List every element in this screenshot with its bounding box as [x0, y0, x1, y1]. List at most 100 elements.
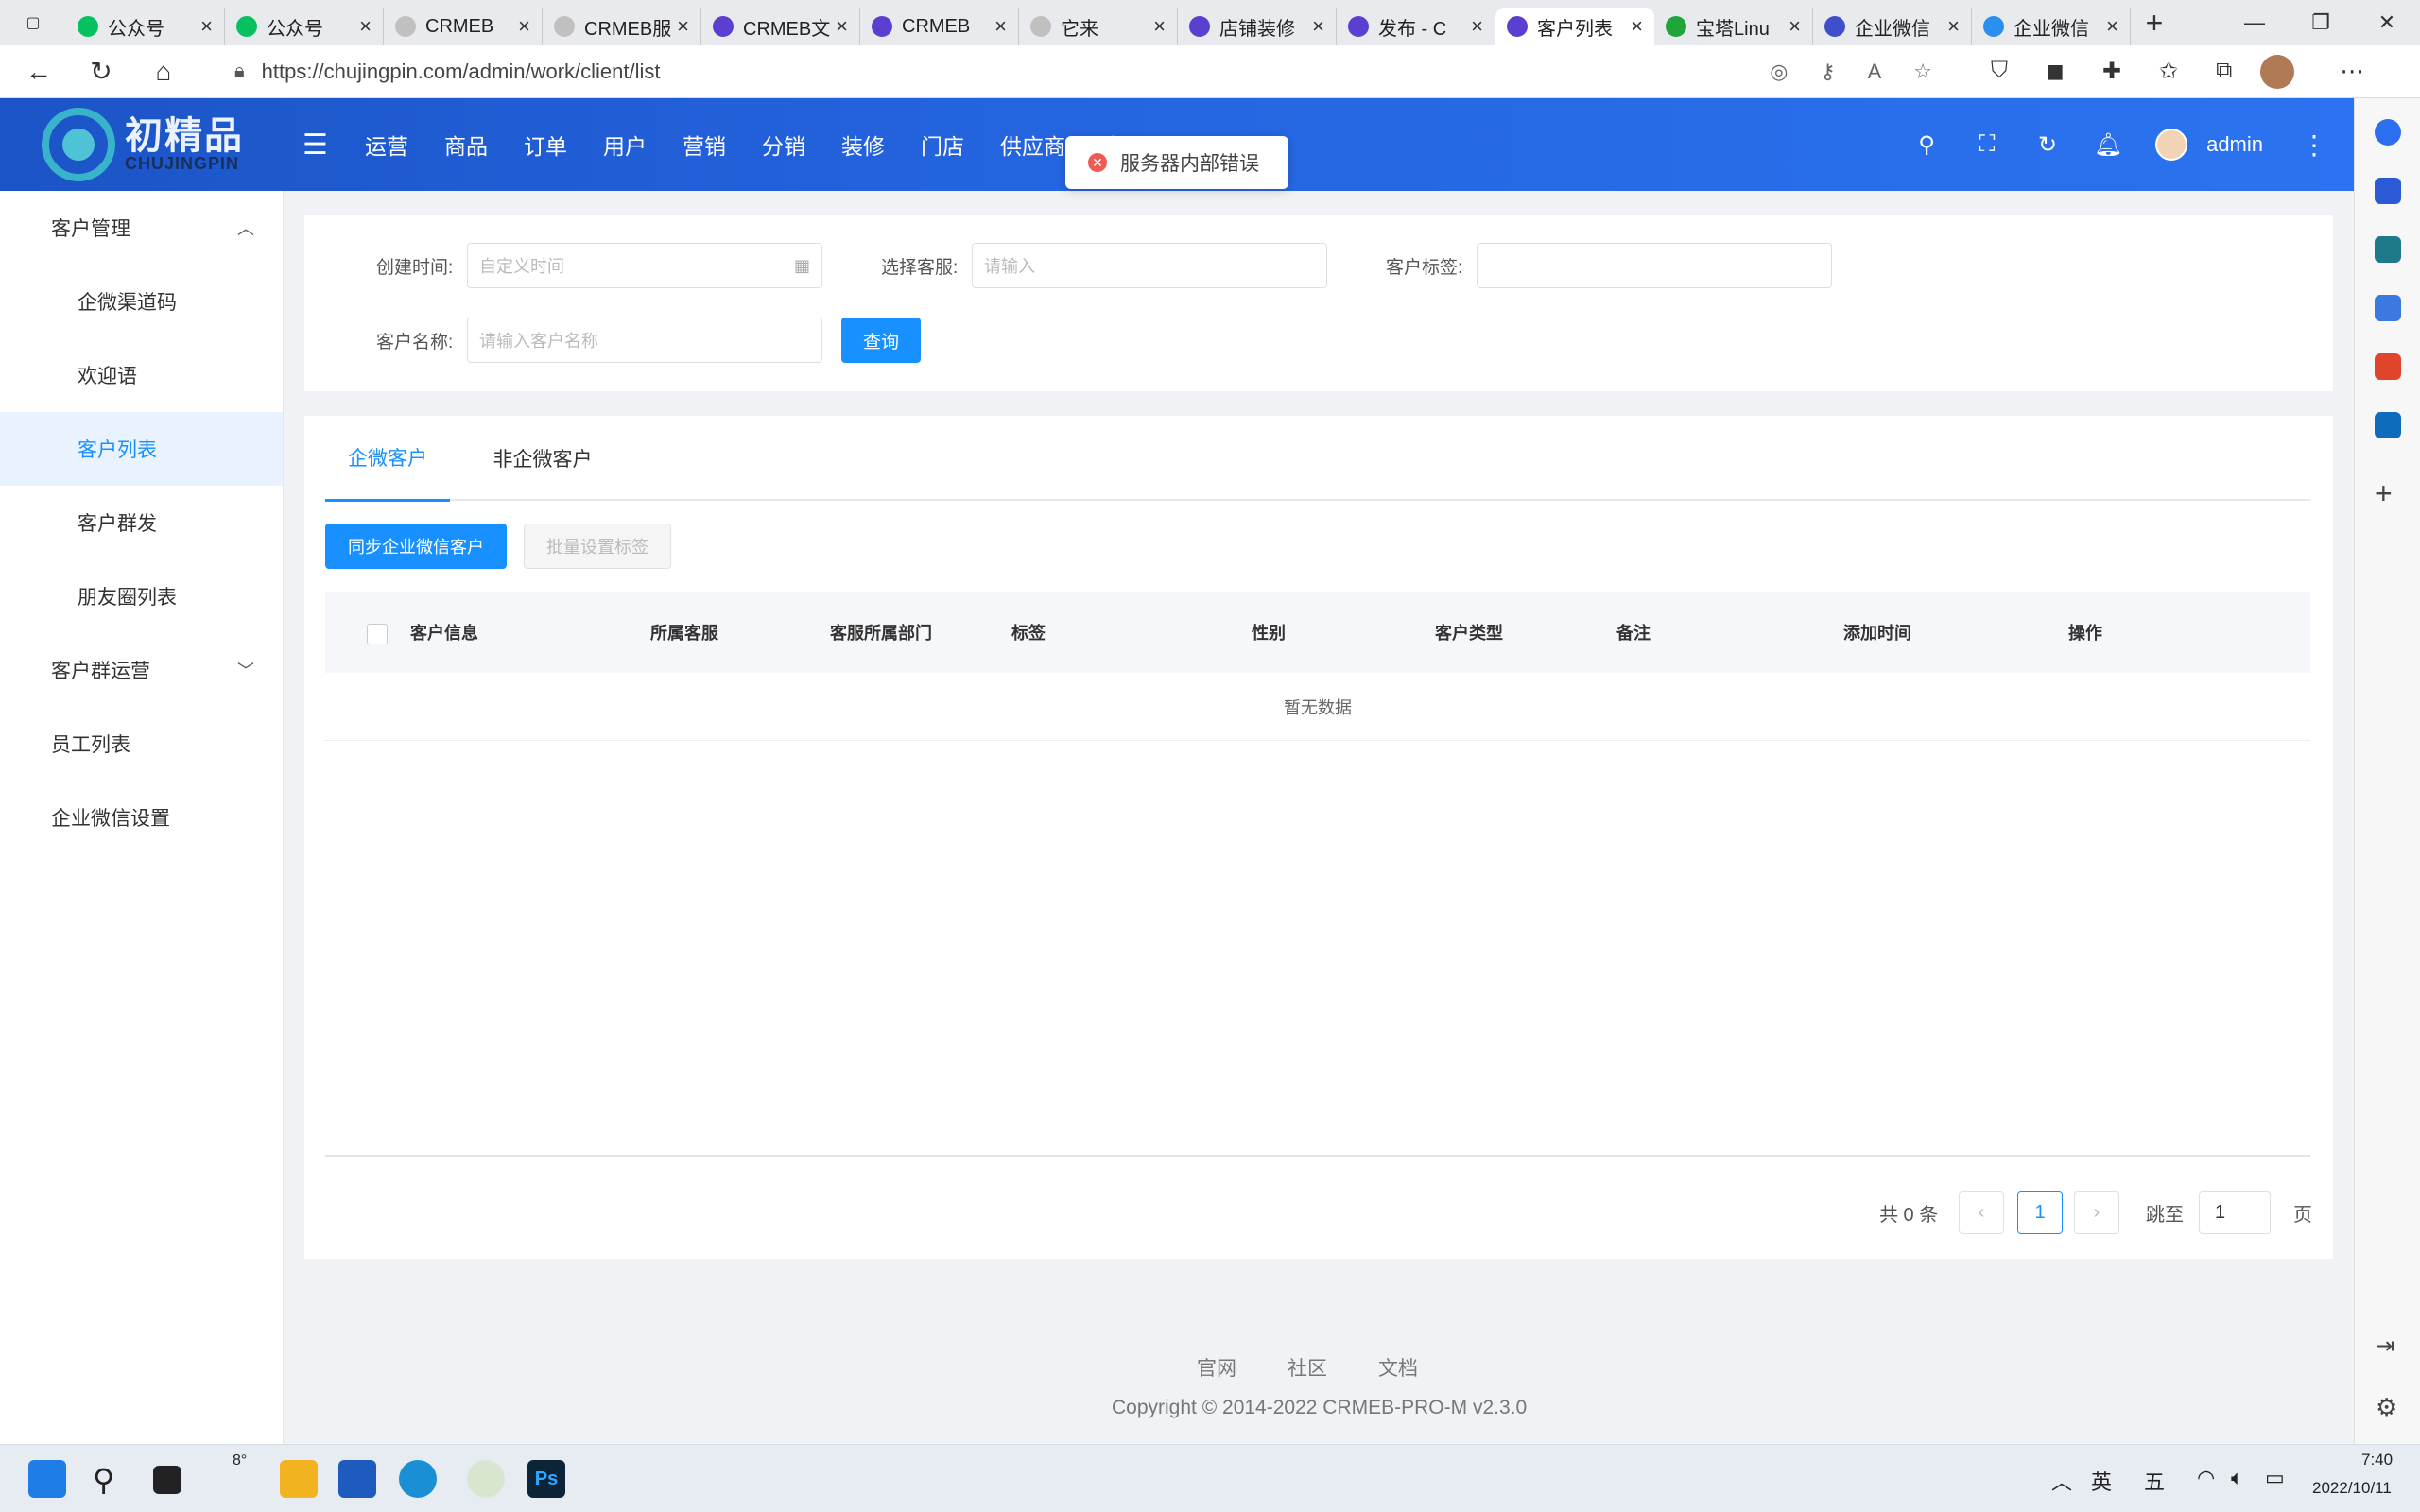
minimize-icon[interactable]: — — [2221, 10, 2288, 35]
windows-start-icon[interactable] — [28, 1460, 66, 1498]
browser-more-icon[interactable]: ⋯ — [2340, 57, 2364, 86]
customer-name-input[interactable]: 请输入客户名称 — [467, 318, 822, 363]
task-view-icon[interactable] — [153, 1466, 182, 1494]
outlook-icon[interactable] — [2375, 412, 2401, 438]
sidebar-settings-icon[interactable]: ⚙ — [2376, 1393, 2397, 1422]
more-vertical-icon[interactable]: ⋮ — [2301, 129, 2339, 161]
tab-close-icon[interactable]: × — [836, 14, 848, 39]
ime-wubi[interactable]: 五 — [2144, 1466, 2165, 1496]
tab-close-icon[interactable]: × — [518, 14, 530, 39]
extension-icon[interactable]: ◼ — [2046, 58, 2065, 85]
batch-tag-button[interactable]: 批量设置标签 — [524, 524, 671, 569]
search-icon[interactable]: ⚲ — [93, 1462, 114, 1498]
tab-close-icon[interactable]: × — [994, 14, 1007, 39]
favorite-star-icon[interactable]: ☆ — [1913, 60, 1932, 84]
clock-date[interactable]: 2022/10/11 — [2312, 1479, 2392, 1498]
search-icon[interactable] — [2375, 119, 2401, 146]
browser-tab[interactable]: 它来 × — [1019, 8, 1178, 45]
top-nav-item[interactable]: 装修 — [841, 129, 885, 161]
refresh-icon[interactable]: ↻ — [70, 56, 132, 87]
tag-select[interactable] — [1477, 243, 1832, 288]
browser-tab[interactable]: 发布 - C × — [1337, 8, 1495, 45]
select-all-checkbox[interactable] — [367, 624, 388, 644]
tab-close-icon[interactable]: × — [359, 14, 372, 39]
wechat-devtools-icon[interactable] — [467, 1460, 505, 1498]
query-button[interactable]: 查询 — [841, 318, 921, 363]
games-icon[interactable] — [2375, 295, 2401, 321]
tab-wecom-customers[interactable]: 企微客户 — [325, 416, 450, 502]
clock-time[interactable]: 7:40 — [2361, 1451, 2393, 1469]
tab-close-icon[interactable]: × — [1631, 14, 1643, 39]
footer-link-official[interactable]: 官网 — [1197, 1353, 1236, 1382]
tab-close-icon[interactable]: × — [1312, 14, 1324, 39]
hide-sidebar-icon[interactable]: ⇥ — [2376, 1332, 2394, 1360]
next-page-icon[interactable]: › — [2074, 1191, 2119, 1234]
tools-icon[interactable] — [2375, 236, 2401, 263]
tab-actions-icon[interactable]: ▢ — [0, 0, 66, 45]
top-nav-item[interactable]: 商品 — [444, 129, 488, 161]
refresh-icon[interactable]: ↻ — [2017, 131, 2078, 159]
top-nav-item[interactable]: 订单 — [524, 129, 567, 161]
battery-icon[interactable]: ▭ — [2265, 1466, 2285, 1490]
wifi-icon[interactable]: ◠ — [2197, 1466, 2215, 1490]
browser-tab[interactable]: 公众号 × — [66, 8, 225, 45]
jump-page-input[interactable]: 1 — [2199, 1191, 2271, 1234]
top-nav-item[interactable]: 营销 — [683, 129, 726, 161]
browser-tab[interactable]: CRMEB服 × — [543, 8, 701, 45]
bell-icon[interactable]: 🔔︎ — [2078, 131, 2138, 159]
page-number-current[interactable]: 1 — [2017, 1191, 2063, 1234]
key-icon[interactable]: ⚷ — [1820, 60, 1835, 84]
logo[interactable]: 初精品 CHUJINGPIN — [0, 98, 284, 191]
footer-link-community[interactable]: 社区 — [1288, 1353, 1327, 1382]
fullscreen-icon[interactable]: ⛶ — [1957, 131, 2017, 158]
add-sidebar-icon[interactable]: + — [2375, 476, 2393, 511]
browser-tab[interactable]: 宝塔Linu × — [1654, 8, 1813, 45]
shopping-tag-icon[interactable] — [2375, 178, 2401, 204]
top-nav-item[interactable]: 用户 — [603, 129, 647, 161]
browser-tab[interactable]: CRMEB × — [860, 8, 1019, 45]
footer-link-docs[interactable]: 文档 — [1378, 1353, 1418, 1382]
agent-select[interactable]: 请输入 — [972, 243, 1327, 288]
tab-close-icon[interactable]: × — [200, 14, 213, 39]
date-range-input[interactable]: 自定义时间 ▦ — [467, 243, 822, 288]
menu-item-wecom-settings[interactable]: 企业微信设置 — [0, 781, 283, 854]
office-icon[interactable] — [2375, 353, 2401, 380]
file-explorer-icon[interactable] — [280, 1460, 318, 1498]
ime-english[interactable]: 英 — [2091, 1466, 2112, 1496]
tab-close-icon[interactable]: × — [1153, 14, 1166, 39]
favorites-icon[interactable]: ✩ — [2159, 58, 2178, 85]
puzzle-icon[interactable]: ✚ — [2102, 58, 2121, 85]
volume-icon[interactable]: 🔈︎ — [2231, 1466, 2243, 1490]
tab-close-icon[interactable]: × — [2106, 14, 2118, 39]
browser-tab[interactable]: CRMEB × — [384, 8, 543, 45]
store-icon[interactable] — [338, 1460, 376, 1498]
browser-tab[interactable]: 公众号 × — [225, 8, 384, 45]
shield-icon[interactable]: ⛉ — [1991, 58, 2008, 85]
weather-temp[interactable]: 8° — [233, 1452, 247, 1469]
browser-tab[interactable]: 企业微信 × — [1813, 8, 1972, 45]
menu-item-welcome[interactable]: 欢迎语 — [0, 338, 283, 412]
menu-item-mass-send[interactable]: 客户群发 — [0, 486, 283, 559]
sync-customers-button[interactable]: 同步企业微信客户 — [325, 524, 507, 569]
location-icon[interactable]: ◎ — [1770, 60, 1788, 84]
top-nav-item[interactable]: 门店 — [921, 129, 964, 161]
menu-item-staff[interactable]: 员工列表 — [0, 707, 283, 781]
photoshop-icon[interactable]: Ps — [527, 1460, 565, 1498]
collections-icon[interactable]: ⧉ — [2216, 58, 2232, 85]
url-field[interactable]: 🔒︎ https://chujingpin.com/admin/work/cli… — [214, 52, 1953, 92]
maximize-icon[interactable]: ❐ — [2288, 10, 2354, 35]
top-nav-item[interactable]: 分销 — [762, 129, 805, 161]
tab-non-wecom-customers[interactable]: 非企微客户 — [486, 416, 599, 501]
read-aloud-icon[interactable]: A — [1868, 60, 1882, 84]
home-icon[interactable]: ⌂ — [132, 57, 195, 87]
tab-close-icon[interactable]: × — [1789, 14, 1801, 39]
browser-tab[interactable]: 客户列表 × — [1495, 8, 1654, 45]
menu-item-moments[interactable]: 朋友圈列表 — [0, 559, 283, 633]
tab-close-icon[interactable]: × — [677, 14, 689, 39]
top-nav-item[interactable]: 运营 — [365, 129, 408, 161]
top-nav-item[interactable]: 供应商 — [1000, 129, 1065, 161]
menu-toggle-icon[interactable]: ☰ — [302, 129, 340, 162]
edge-icon[interactable] — [399, 1460, 437, 1498]
search-icon[interactable]: ⚲ — [1896, 131, 1957, 159]
menu-item-channel-code[interactable]: 企微渠道码 — [0, 265, 283, 338]
